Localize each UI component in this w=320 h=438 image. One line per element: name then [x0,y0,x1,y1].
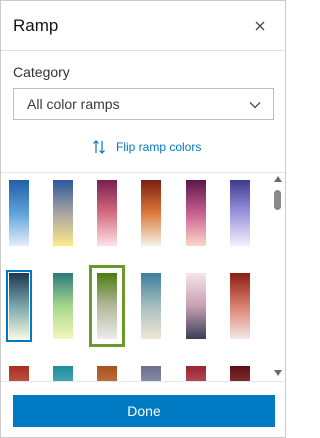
panel-title: Ramp [13,16,59,35]
color-ramp-swatch[interactable] [9,180,29,246]
color-ramp-grid [1,172,285,382]
flip-ramp-colors-button[interactable]: Flip ramp colors [92,137,201,157]
panel-header: Ramp [1,1,285,51]
color-ramp-swatch[interactable] [89,265,125,347]
flip-ramp-colors-label: Flip ramp colors [116,140,202,154]
color-ramp-swatch[interactable] [53,180,73,246]
color-ramp-swatch[interactable] [186,366,206,381]
color-ramp-swatch[interactable] [230,366,250,381]
ramp-panel: Ramp Category All color ramps Flip ramp … [0,0,286,438]
chevron-down-icon [249,102,261,109]
color-ramp-swatch[interactable] [186,180,206,246]
ramp-grid-scrollbar[interactable] [271,173,285,380]
color-ramp-swatch[interactable] [53,273,73,339]
scroll-down-icon[interactable] [273,369,283,377]
color-ramp-swatch[interactable] [6,270,32,342]
color-ramp-swatch[interactable] [141,273,161,339]
color-ramp-swatch[interactable] [186,273,206,339]
scroll-up-icon[interactable] [273,175,283,183]
color-ramp-swatch[interactable] [141,180,161,246]
color-ramp-swatch[interactable] [97,366,117,381]
color-ramp-swatch[interactable] [141,366,161,381]
done-button[interactable]: Done [13,395,275,427]
category-label: Category [13,64,70,80]
color-ramp-swatch[interactable] [9,366,29,381]
swap-vertical-icon [93,140,105,154]
color-ramp-swatch[interactable] [230,180,250,246]
scroll-thumb[interactable] [274,190,281,210]
category-select[interactable]: All color ramps [13,88,274,120]
category-select-value: All color ramps [27,96,120,112]
color-ramp-swatch[interactable] [97,180,117,246]
close-icon [255,21,265,31]
color-ramp-swatch[interactable] [230,273,250,339]
close-button[interactable] [250,16,270,36]
color-ramp-swatch[interactable] [53,366,73,381]
